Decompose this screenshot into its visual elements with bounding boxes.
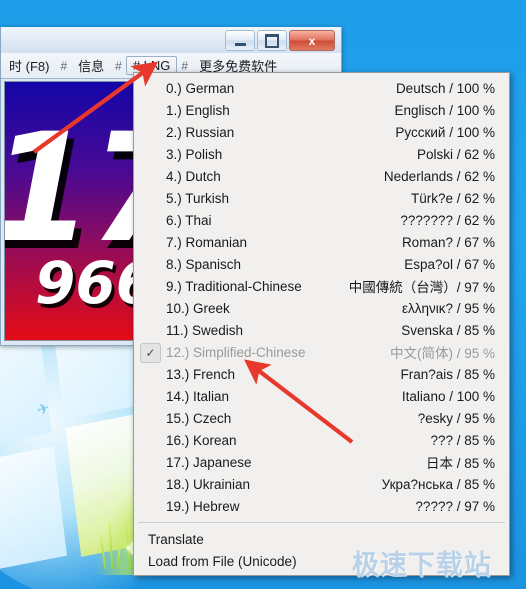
- menu-item-value: Укра?нська / 85 %: [381, 476, 495, 492]
- language-dropdown-menu: 0.) German Deutsch / 100 % 1.) English E…: [133, 72, 510, 576]
- menu-item-czech[interactable]: 15.) Czech ?esky / 95 %: [134, 407, 509, 429]
- menu-item-thai[interactable]: 6.) Thai ??????? / 62 %: [134, 209, 509, 231]
- menu-item-label: 3.) Polish: [166, 146, 223, 162]
- menu-item-label: 14.) Italian: [166, 388, 230, 404]
- toolbar-item-time[interactable]: 时 (F8): [2, 54, 56, 77]
- menu-item-french[interactable]: 13.) French Fran?ais / 85 %: [134, 363, 509, 385]
- menu-item-label: 19.) Hebrew: [166, 498, 240, 514]
- checkmark-icon: ✓: [140, 343, 161, 363]
- menu-item-label: Translate: [148, 531, 204, 547]
- menu-item-label: 9.) Traditional-Chinese: [166, 278, 302, 294]
- menu-item-label: 11.) Swedish: [166, 322, 244, 338]
- menu-item-label: 6.) Thai: [166, 212, 212, 228]
- minimize-button[interactable]: [225, 30, 255, 51]
- menu-item-label: 5.) Turkish: [166, 190, 230, 206]
- menu-item-swedish[interactable]: 11.) Swedish Svenska / 85 %: [134, 319, 509, 341]
- menu-item-label: 18.) Ukrainian: [166, 476, 251, 492]
- menu-item-label: 0.) German: [166, 80, 235, 96]
- menu-item-spanisch[interactable]: 8.) Spanisch Espa?ol / 67 %: [134, 253, 509, 275]
- menu-item-value: Roman? / 67 %: [401, 234, 495, 250]
- window-titlebar[interactable]: x: [1, 27, 341, 53]
- menu-item-label: 15.) Czech: [166, 410, 232, 426]
- menu-item-value: 中國傳統（台灣）/ 97 %: [348, 280, 495, 295]
- menu-item-hebrew[interactable]: 19.) Hebrew ????? / 97 %: [134, 495, 509, 517]
- menu-item-label: 8.) Spanisch: [166, 256, 242, 272]
- close-button[interactable]: x: [289, 30, 335, 51]
- menu-item-value: Polski / 62 %: [416, 146, 495, 162]
- toolbar-separator: #: [115, 58, 122, 73]
- menu-item-label: Load from File (Unicode): [148, 553, 297, 569]
- menu-item-label: 4.) Dutch: [166, 168, 221, 184]
- menu-item-label: 7.) Romanian: [166, 234, 248, 250]
- menu-item-value: ????? / 97 %: [415, 498, 495, 514]
- menu-item-value: Italiano / 100 %: [401, 388, 495, 404]
- window-controls: x: [225, 30, 335, 51]
- menu-item-turkish[interactable]: 5.) Turkish Türk?e / 62 %: [134, 187, 509, 209]
- menu-item-traditional-chinese[interactable]: 9.) Traditional-Chinese 中國傳統（台灣）/ 97 %: [134, 275, 509, 297]
- close-icon: x: [308, 33, 316, 48]
- menu-item-value: Nederlands / 62 %: [383, 168, 495, 184]
- menu-item-value: 日本 / 85 %: [425, 456, 495, 471]
- toolbar-separator: #: [181, 58, 189, 73]
- minimize-icon: [234, 42, 246, 46]
- menu-item-value: ελληνικ? / 95 %: [401, 300, 495, 316]
- menu-item-japanese[interactable]: 17.) Japanese 日本 / 85 %: [134, 451, 509, 473]
- menu-separator: [138, 522, 505, 523]
- menu-item-russian[interactable]: 2.) Russian Русский / 100 %: [134, 121, 509, 143]
- menu-item-value: Русский / 100 %: [395, 124, 495, 140]
- screen-root: ✈ ✦ ✤ ✦: [0, 0, 526, 589]
- menu-item-italian[interactable]: 14.) Italian Italiano / 100 %: [134, 385, 509, 407]
- menu-item-label: 13.) French: [166, 366, 236, 382]
- menu-item-english[interactable]: 1.) English Englisch / 100 %: [134, 99, 509, 121]
- menu-item-romanian[interactable]: 7.) Romanian Roman? / 67 %: [134, 231, 509, 253]
- menu-item-value: Deutsch / 100 %: [395, 80, 495, 96]
- menu-item-polish[interactable]: 3.) Polish Polski / 62 %: [134, 143, 509, 165]
- menu-item-value: ??? / 85 %: [430, 432, 495, 448]
- toolbar-item-info[interactable]: 信息: [71, 54, 111, 77]
- menu-item-label: 16.) Korean: [166, 432, 237, 448]
- menu-item-dutch[interactable]: 4.) Dutch Nederlands / 62 %: [134, 165, 509, 187]
- menu-item-value: Fran?ais / 85 %: [400, 366, 495, 382]
- menu-item-german[interactable]: 0.) German Deutsch / 100 %: [134, 77, 509, 99]
- menu-item-value: Espa?ol / 67 %: [404, 256, 495, 272]
- maximize-icon: [265, 33, 279, 48]
- menu-item-value: ?esky / 95 %: [417, 410, 495, 426]
- menu-item-korean[interactable]: 16.) Korean ??? / 85 %: [134, 429, 509, 451]
- menu-item-label: 12.) Simplified-Chinese: [166, 344, 306, 360]
- menu-item-value: Türk?e / 62 %: [410, 190, 495, 206]
- menu-item-value: 中文(简体) / 95 %: [389, 346, 495, 361]
- menu-item-label: 2.) Russian: [166, 124, 235, 140]
- menu-item-value: Englisch / 100 %: [394, 102, 495, 118]
- menu-item-label: 17.) Japanese: [166, 454, 252, 470]
- menu-item-simplified-chinese[interactable]: ✓ 12.) Simplified-Chinese 中文(简体) / 95 %: [134, 341, 509, 363]
- menu-item-ukrainian[interactable]: 18.) Ukrainian Укра?нська / 85 %: [134, 473, 509, 495]
- maximize-button[interactable]: [257, 30, 287, 51]
- flag-pane-3: [0, 446, 67, 572]
- menu-item-greek[interactable]: 10.) Greek ελληνικ? / 95 %: [134, 297, 509, 319]
- menu-item-label: 10.) Greek: [166, 300, 230, 316]
- menu-item-value: Svenska / 85 %: [401, 322, 495, 338]
- site-watermark: 极速下载站: [352, 550, 492, 581]
- menu-item-value: ??????? / 62 %: [400, 212, 495, 228]
- toolbar-separator: #: [60, 58, 68, 73]
- menu-item-label: 1.) English: [166, 102, 230, 118]
